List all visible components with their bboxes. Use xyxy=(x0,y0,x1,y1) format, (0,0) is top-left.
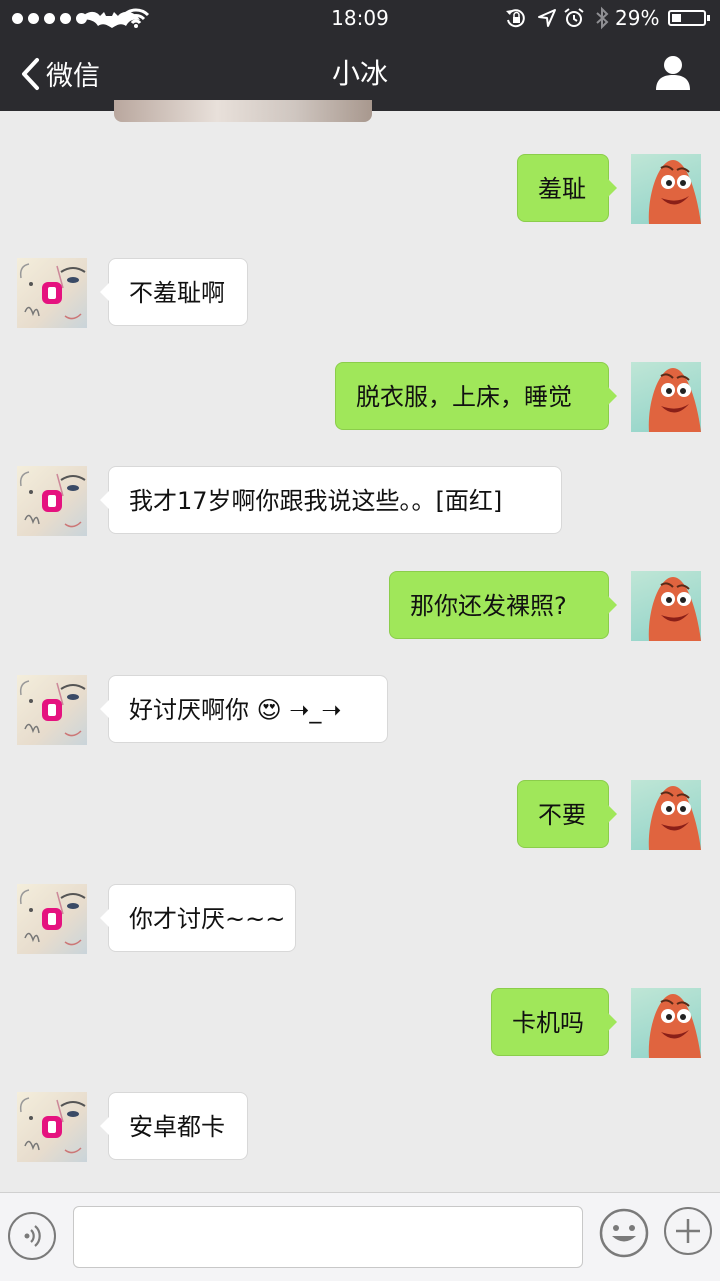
sent-message-bubble[interactable]: 卡机吗 xyxy=(491,988,617,1056)
location-icon xyxy=(538,9,556,27)
contact-avatar[interactable] xyxy=(17,1092,87,1162)
status-bar: 18:09 29% xyxy=(0,0,720,36)
my-avatar[interactable] xyxy=(631,988,701,1058)
voice-button[interactable] xyxy=(8,1212,56,1260)
contact-avatar[interactable] xyxy=(17,466,87,536)
received-message-bubble[interactable]: 不羞耻啊 xyxy=(100,258,248,326)
plus-button[interactable] xyxy=(664,1207,712,1255)
received-message-bubble[interactable]: 安卓都卡 xyxy=(100,1092,248,1160)
rotation-lock-icon xyxy=(506,9,525,28)
profile-icon[interactable] xyxy=(654,54,692,92)
my-avatar[interactable] xyxy=(631,154,701,224)
battery-icon xyxy=(668,10,706,26)
alarm-icon xyxy=(564,8,584,27)
image-message-partial[interactable] xyxy=(114,100,372,122)
received-message-bubble[interactable]: 好讨厌啊你 😍 ➝_➝ xyxy=(100,675,388,743)
battery-percentage: 29% xyxy=(615,6,660,30)
message-input[interactable] xyxy=(73,1206,583,1268)
emoji-icon[interactable] xyxy=(598,1207,650,1259)
my-avatar[interactable] xyxy=(631,571,701,641)
contact-avatar[interactable] xyxy=(17,675,87,745)
sent-message-bubble[interactable]: 不要 xyxy=(517,780,617,848)
received-message-bubble[interactable]: 我才17岁啊你跟我说这些。。[面红] xyxy=(100,466,562,534)
sent-message-bubble[interactable]: 脱衣服，上床，睡觉 xyxy=(335,362,617,430)
contact-avatar[interactable] xyxy=(17,884,87,954)
battery-level xyxy=(672,14,681,22)
voice-icon xyxy=(24,1225,41,1247)
contact-avatar[interactable] xyxy=(17,258,87,328)
input-bar xyxy=(0,1192,720,1281)
battery-tip xyxy=(707,15,710,21)
my-avatar[interactable] xyxy=(631,780,701,850)
plus-icon xyxy=(676,1219,700,1243)
sent-message-bubble[interactable]: 那你还发裸照? xyxy=(389,571,617,639)
bluetooth-icon xyxy=(596,6,609,30)
my-avatar[interactable] xyxy=(631,362,701,432)
sent-message-bubble[interactable]: 羞耻 xyxy=(517,154,617,222)
received-message-bubble[interactable]: 你才讨厌~~~ xyxy=(100,884,296,952)
